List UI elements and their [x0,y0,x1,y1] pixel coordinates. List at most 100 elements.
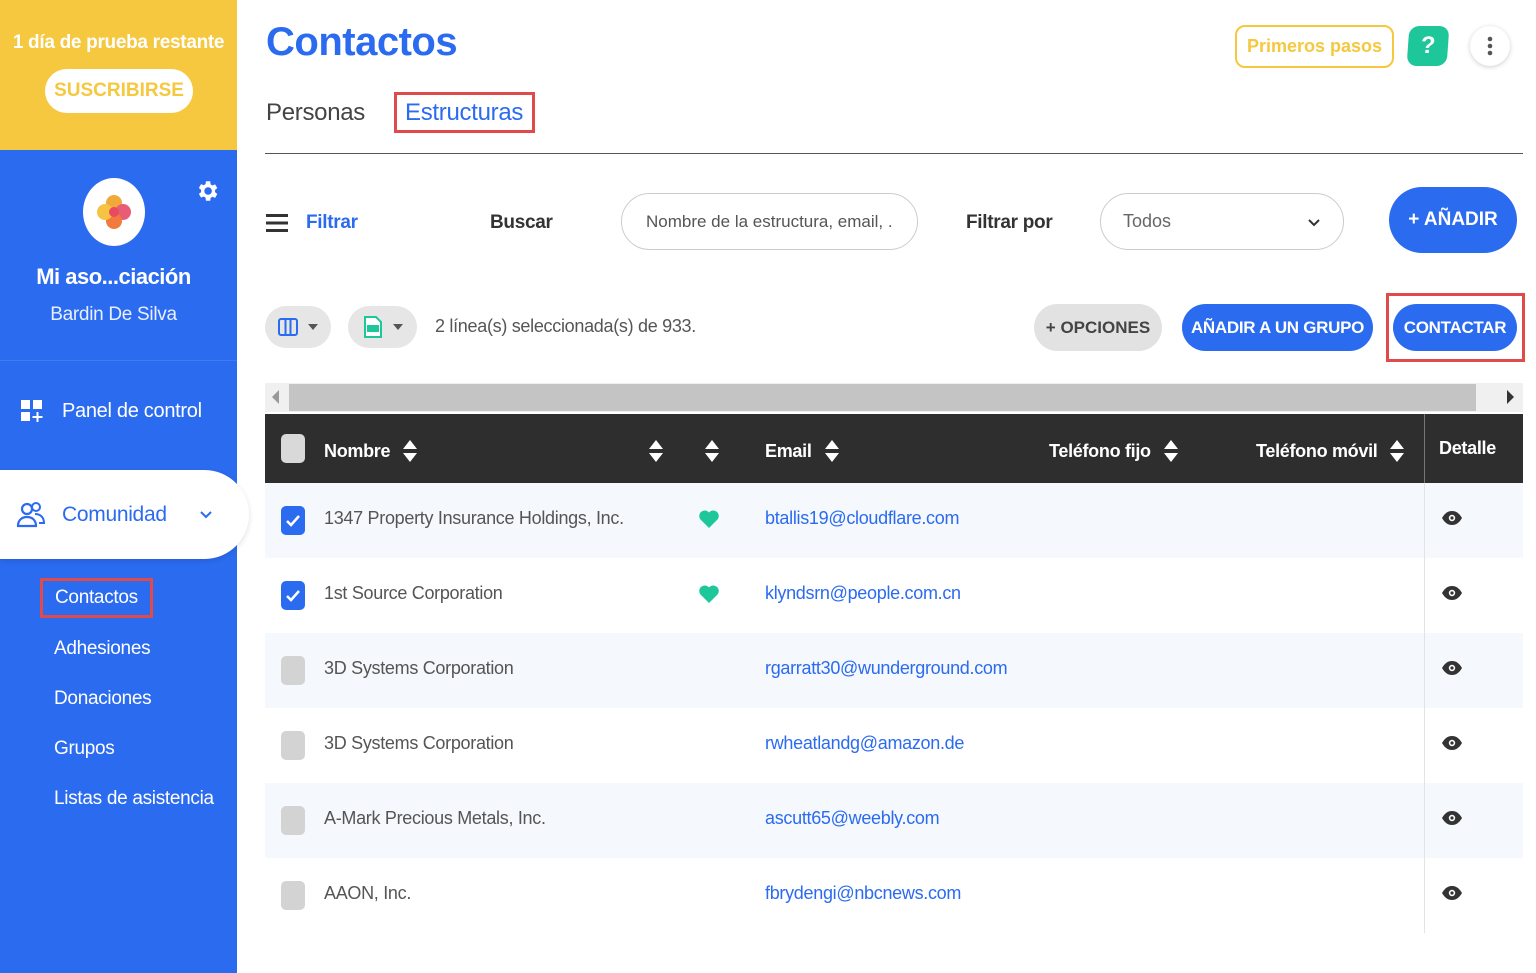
row-checkbox[interactable] [281,731,305,760]
column-label: Email [765,440,812,461]
checkmark-icon [286,515,300,527]
user-name: Bardin De Silva [50,304,177,325]
trial-banner: 1 día de prueba restante SUSCRIBIRSE [0,0,237,150]
row-checkbox[interactable] [281,881,305,910]
contactar-button[interactable]: CONTACTAR [1393,304,1517,351]
sidebar-item-panel-control[interactable]: Panel de control [0,385,237,437]
org-logo-icon [97,195,131,229]
header-divider [265,153,1523,154]
column-separator [1424,708,1425,783]
search-input[interactable] [621,193,918,250]
row-email-link[interactable]: fbrydengi@nbcnews.com [765,883,961,904]
column-label: Detalle [1439,438,1496,458]
row-checkbox[interactable] [281,581,305,610]
community-icon [16,501,46,527]
sidebar-subitem-listas[interactable]: Listas de asistencia [54,788,214,810]
tab-personas[interactable]: Personas [266,99,365,127]
sidebar-subitem-contactos[interactable]: Contactos [40,578,153,618]
primeros-pasos-button[interactable]: Primeros pasos [1235,25,1394,68]
favorite-heart-icon[interactable] [698,583,720,605]
filter-by-select[interactable]: Todos [1100,193,1344,250]
column-separator [1424,558,1425,633]
column-label: Nombre [324,440,391,461]
view-detail-eye-icon[interactable] [1441,810,1463,826]
table-row[interactable]: 3D Systems Corporation rgarratt30@wunder… [265,633,1523,708]
view-detail-eye-icon[interactable] [1441,585,1463,601]
sidebar-subitem-adhesiones[interactable]: Adhesiones [54,638,151,660]
sidebar-subitem-grupos[interactable]: Grupos [54,738,115,760]
kebab-menu-icon [1487,36,1493,56]
filter-toggle[interactable]: Filtrar [306,212,358,234]
row-name: 3D Systems Corporation [324,733,514,753]
sidebar-item-comunidad[interactable]: Comunidad [0,470,249,559]
settings-gear-icon[interactable] [194,178,220,204]
row-checkbox[interactable] [281,506,305,535]
caret-down-icon [308,324,318,330]
scroll-left-arrow-icon[interactable] [272,390,279,404]
column-separator [1424,858,1425,933]
row-email-link[interactable]: rwheatlandg@amazon.de [765,733,964,754]
org-avatar[interactable] [83,178,145,246]
row-email-link[interactable]: btallis19@cloudflare.com [765,508,959,529]
help-button[interactable]: ? [1406,26,1450,66]
row-name: AAON, Inc. [324,883,412,903]
row-name: 1347 Property Insurance Holdings, Inc. [324,508,624,528]
view-detail-eye-icon[interactable] [1441,885,1463,901]
sort-icon [1163,440,1178,462]
sidebar: 1 día de prueba restante SUSCRIBIRSE Mi … [0,0,249,973]
scrollbar-thumb[interactable] [289,384,1476,411]
column-header-sort-b[interactable] [704,438,720,464]
row-email-link[interactable]: klyndsrn@people.com.cn [765,583,961,604]
column-header-sort-a[interactable] [648,438,664,464]
column-header-telefono-fijo[interactable]: Teléfono fijo [1049,438,1179,464]
trial-text: 1 día de prueba restante [12,32,225,53]
view-detail-eye-icon[interactable] [1441,660,1463,676]
column-header-telefono-movil[interactable]: Teléfono móvil [1256,438,1405,464]
scroll-right-arrow-icon[interactable] [1507,390,1514,404]
view-detail-eye-icon[interactable] [1441,510,1463,526]
app-root: 1 día de prueba restante SUSCRIBIRSE Mi … [0,0,1536,973]
row-email-link[interactable]: rgarratt30@wunderground.com [765,658,1008,679]
tab-estructuras[interactable]: Estructuras [394,92,536,133]
options-button[interactable]: + OPCIONES [1034,304,1162,351]
sort-icon [824,440,839,462]
subscribe-button[interactable]: SUSCRIBIRSE [45,69,193,113]
sort-icon [403,440,418,462]
table-row[interactable]: A-Mark Precious Metals, Inc. ascutt65@we… [265,783,1523,858]
select-value: Todos [1123,211,1172,231]
filter-menu-icon[interactable] [266,214,288,232]
caret-down-icon [392,324,403,330]
sidebar-divider [0,360,237,361]
table-row[interactable]: 1st Source Corporation klyndsrn@people.c… [265,558,1523,633]
row-checkbox[interactable] [281,656,305,685]
page-title: Contactos [266,20,458,64]
table-header: Nombre Email Teléfono fijo Teléfono móvi… [265,414,1523,483]
row-checkbox[interactable] [281,806,305,835]
excel-export-icon [363,316,382,338]
add-button[interactable]: + AÑADIR [1389,187,1517,253]
column-header-email[interactable]: Email [765,438,840,464]
add-to-group-button[interactable]: AÑADIR A UN GRUPO [1182,304,1373,351]
more-options-button[interactable] [1470,26,1510,66]
selection-info: 2 línea(s) seleccionada(s) de 933. [435,316,696,336]
column-header-detalle: Detalle [1439,438,1496,459]
view-detail-eye-icon[interactable] [1441,735,1463,751]
columns-icon [278,318,298,336]
row-email-link[interactable]: ascutt65@weebly.com [765,808,940,829]
column-separator [1424,414,1425,483]
export-toggle[interactable] [348,306,417,348]
table-row[interactable]: AAON, Inc. fbrydengi@nbcnews.com [265,858,1523,933]
row-name: 1st Source Corporation [324,583,503,603]
chevron-down-icon [200,511,212,519]
column-label: Teléfono fijo [1049,440,1151,461]
table-row[interactable]: 1347 Property Insurance Holdings, Inc. b… [265,483,1523,558]
select-all-checkbox[interactable] [281,434,305,463]
table-row[interactable]: 3D Systems Corporation rwheatlandg@amazo… [265,708,1523,783]
sidebar-subitem-donaciones[interactable]: Donaciones [54,688,152,710]
sort-icon [1390,440,1405,462]
filter-by-label: Filtrar por [966,212,1053,233]
favorite-heart-icon[interactable] [698,508,720,530]
columns-toggle[interactable] [265,306,331,348]
search-label: Buscar [490,212,553,233]
column-header-nombre[interactable]: Nombre [324,438,418,464]
